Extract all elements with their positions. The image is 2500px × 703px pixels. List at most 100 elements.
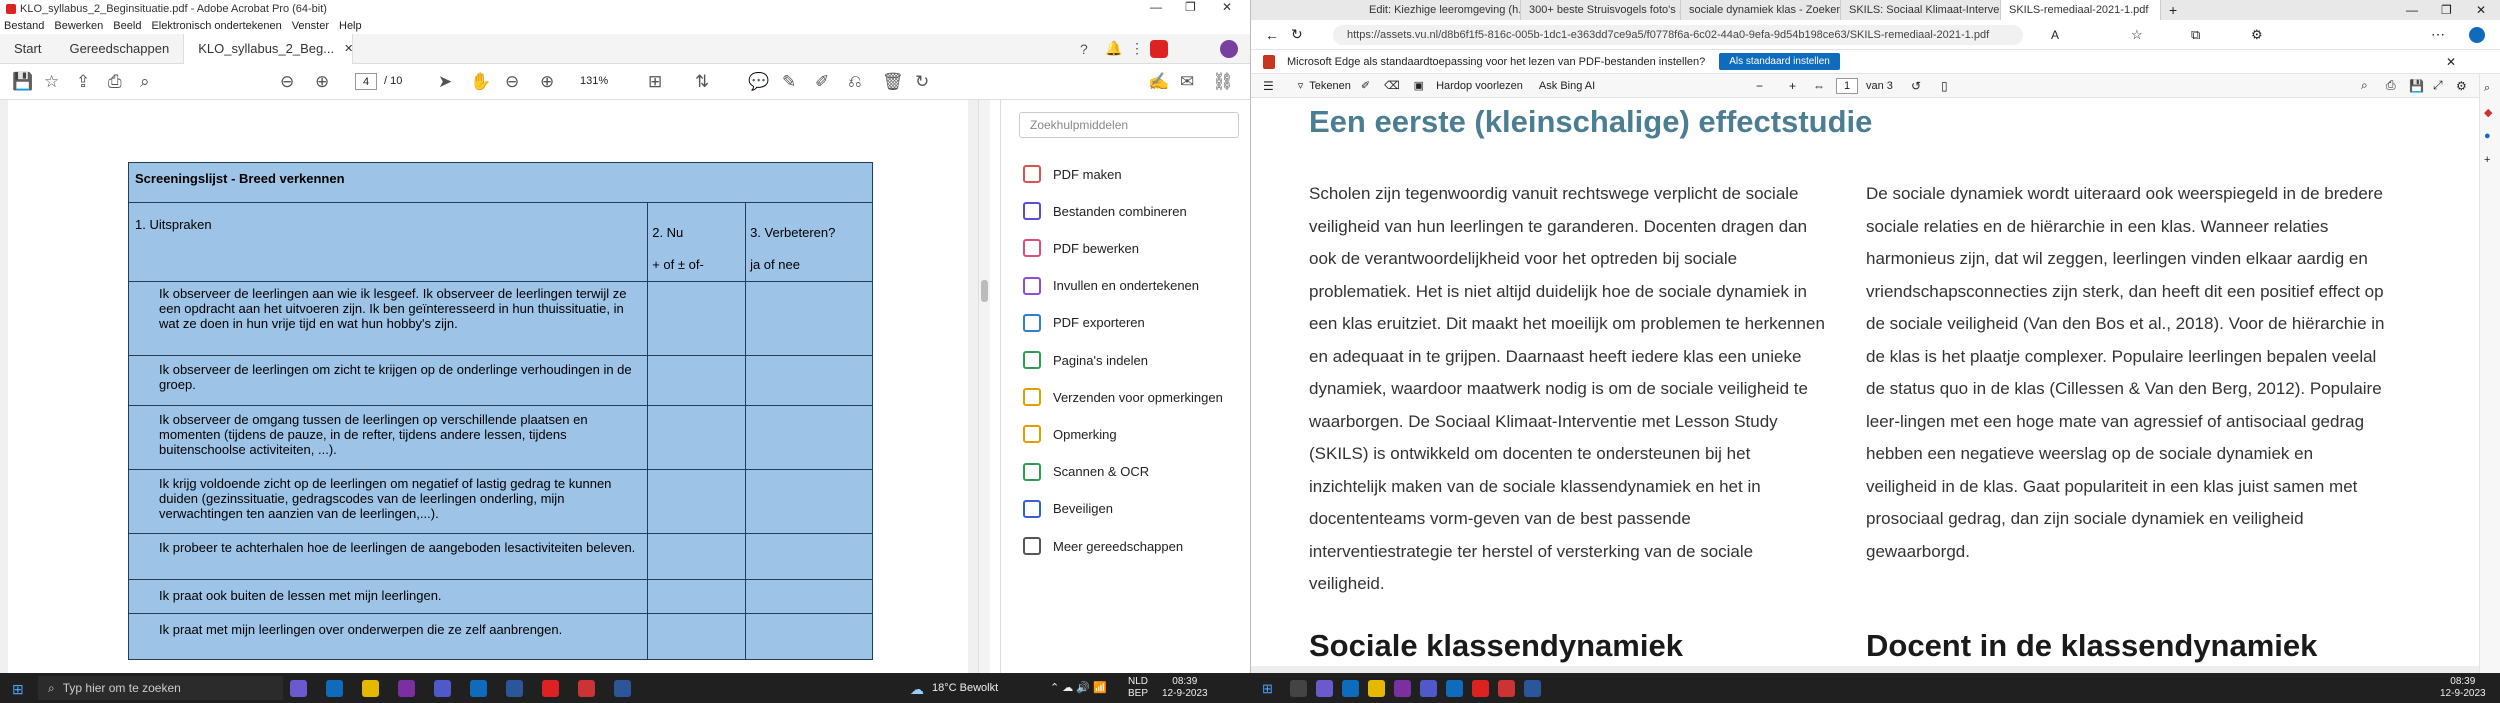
cell-verbeteren[interactable] <box>745 613 873 660</box>
onenote-app-icon[interactable] <box>398 680 415 697</box>
url-input[interactable]: https://assets.vu.nl/d8b6f1f5-816c-005b-… <box>1333 25 2023 45</box>
erase-icon[interactable]: ⌫ <box>1384 79 1400 92</box>
scroll-mode-icon[interactable]: ⇅ <box>695 72 709 92</box>
tool-item[interactable]: Pagina's indelen <box>1023 350 1148 370</box>
weather-text[interactable]: 18°C Bewolkt <box>932 682 998 694</box>
windows-start-icon-2[interactable]: ⊞ <box>1262 681 1273 697</box>
tool-item[interactable]: Scannen & OCR <box>1023 462 1149 482</box>
tool-item[interactable]: Beveiligen <box>1023 499 1113 519</box>
sidebar-tools-icon[interactable]: ◆ <box>2484 106 2492 119</box>
file-explorer-icon[interactable] <box>362 680 379 697</box>
teams-app-icon[interactable] <box>434 680 451 697</box>
cell-verbeteren[interactable] <box>745 579 873 614</box>
zoom-in-icon[interactable]: + <box>1789 79 1796 93</box>
cell-verbeteren[interactable] <box>745 533 873 580</box>
sidebar-outlook-icon[interactable]: ● <box>2484 130 2491 142</box>
taskbar-search-input[interactable]: ⌕ Typ hier om te zoeken <box>38 676 283 700</box>
menu-venster[interactable]: Venster <box>292 20 329 32</box>
more-menu-icon[interactable]: ⋯ <box>2431 26 2445 43</box>
new-tab-icon[interactable]: + <box>2169 2 2177 18</box>
word-app-icon-3[interactable] <box>1524 680 1541 697</box>
page-down-icon[interactable]: ⊕ <box>315 72 329 92</box>
comment-icon[interactable]: 💬 <box>748 72 769 92</box>
highlight-icon[interactable]: ✐ <box>1361 79 1370 92</box>
zoom-out-icon[interactable]: − <box>1756 79 1763 93</box>
cell-verbeteren[interactable] <box>745 405 873 470</box>
cell-verbeteren[interactable] <box>745 281 873 356</box>
extensions-icon[interactable]: ⚙ <box>2251 27 2263 43</box>
outlook-app-icon-2[interactable] <box>1446 680 1463 697</box>
print-icon[interactable]: ⎙ <box>2386 78 2396 93</box>
zoom-out-icon[interactable]: ⊖ <box>505 72 519 92</box>
stamp-icon[interactable]: ⎌ <box>848 72 862 92</box>
tool-item[interactable]: Bestanden combineren <box>1023 201 1187 221</box>
cell-nu[interactable] <box>647 613 747 660</box>
zoom-search-icon[interactable]: ⌕ <box>140 72 150 92</box>
help-icon[interactable]: ? <box>1080 41 1088 57</box>
ask-bing-button[interactable]: Ask Bing AI <box>1539 80 1595 92</box>
minimize-icon[interactable]: — <box>1150 0 1162 14</box>
edge-app-icon-2[interactable] <box>1342 680 1359 697</box>
taskview-icon-2[interactable] <box>1316 680 1333 697</box>
cell-verbeteren[interactable] <box>745 355 873 406</box>
draw-icon[interactable]: ✐ <box>815 72 829 92</box>
fullscreen-icon[interactable]: ⤢ <box>2433 78 2443 93</box>
cell-nu[interactable] <box>647 579 747 614</box>
edge-app-icon[interactable] <box>326 680 343 697</box>
tool-item[interactable]: Meer gereedschappen <box>1023 536 1183 556</box>
page-up-icon[interactable]: ⊖ <box>280 72 294 92</box>
save-icon[interactable]: 💾 <box>12 72 33 92</box>
windows-start-icon[interactable]: ⊞ <box>12 681 24 698</box>
rotate-icon[interactable]: ↻ <box>915 72 929 92</box>
zoom-in-icon[interactable]: ⊕ <box>540 72 554 92</box>
maximize-icon[interactable]: ❐ <box>2441 3 2452 17</box>
tool-item[interactable]: Verzenden voor opmerkingen <box>1023 387 1223 407</box>
search-app-icon[interactable] <box>1290 680 1307 697</box>
sidebar-search-icon[interactable]: ⌕ <box>2484 82 2490 95</box>
cell-nu[interactable] <box>647 281 747 356</box>
cell-nu[interactable] <box>647 469 747 534</box>
acrobat-cloud-icon[interactable] <box>1150 39 1168 58</box>
draw-icon[interactable]: ▿ <box>1298 79 1304 92</box>
menu-help[interactable]: Help <box>339 20 362 32</box>
teams-app-icon-2[interactable] <box>1420 680 1437 697</box>
page-view-icon[interactable]: ▯ <box>1941 79 1948 93</box>
scrollbar-thumb[interactable] <box>981 280 988 302</box>
cell-nu[interactable] <box>647 405 747 470</box>
close-icon[interactable]: ✕ <box>2476 3 2486 17</box>
cell-nu[interactable] <box>647 355 747 406</box>
pdf-settings-icon[interactable]: ⚙ <box>2456 79 2467 93</box>
tray-icons[interactable]: ⌃ ☁ 🔊 📶 <box>1050 681 1107 694</box>
tool-item[interactable]: PDF bewerken <box>1023 238 1139 258</box>
save-icon[interactable]: 💾 <box>2409 79 2424 93</box>
outlook-app-icon[interactable] <box>470 680 487 697</box>
back-icon[interactable]: ← <box>1265 27 1279 43</box>
file-explorer-icon-2[interactable] <box>1368 680 1385 697</box>
browser-tab[interactable]: sociale dynamiek klas - Zoeken <box>1681 0 1841 20</box>
infobar-close-icon[interactable]: ✕ <box>2446 55 2456 69</box>
language-indicator[interactable]: NLD BEP <box>1128 676 1148 700</box>
collections-icon[interactable]: ⧉ <box>2191 27 2200 43</box>
view-icon[interactable]: ▣ <box>1414 79 1424 92</box>
delete-icon[interactable]: 🗑 <box>882 72 904 92</box>
close-icon[interactable]: ✕ <box>1222 0 1232 14</box>
word-app-icon-2[interactable] <box>614 680 631 697</box>
rotate-icon[interactable]: ↺ <box>1911 79 1921 93</box>
contents-icon[interactable]: ☰ <box>1263 79 1274 93</box>
tab-start[interactable]: Start <box>0 34 55 64</box>
tab-gereedschappen[interactable]: Gereedschappen <box>55 34 183 64</box>
cell-verbeteren[interactable] <box>745 469 873 534</box>
bookmark-star-icon[interactable]: ☆ <box>44 72 59 92</box>
tool-item[interactable]: PDF exporteren <box>1023 313 1145 333</box>
menu-beeld[interactable]: Beeld <box>113 20 141 32</box>
browser-tab[interactable]: SKILS: Sociaal Klimaat-Interventi... <box>1841 0 2001 20</box>
onenote-app-icon-2[interactable] <box>1394 680 1411 697</box>
browser-tab[interactable]: Edit: Kiezhige leeromgeving (h... <box>1361 0 1521 20</box>
tools-search-input[interactable]: Zoekhulpmiddelen <box>1019 112 1239 138</box>
tab-close-icon[interactable]: ✕ <box>344 42 353 55</box>
mail-icon[interactable]: ✉ <box>1180 72 1194 92</box>
menu-ondertekenen[interactable]: Elektronisch ondertekenen <box>151 20 281 32</box>
page-number-input[interactable]: 1 <box>1836 78 1858 94</box>
refresh-icon[interactable]: ↻ <box>1291 26 1303 43</box>
sign-icon[interactable]: ✍ <box>1148 72 1169 92</box>
